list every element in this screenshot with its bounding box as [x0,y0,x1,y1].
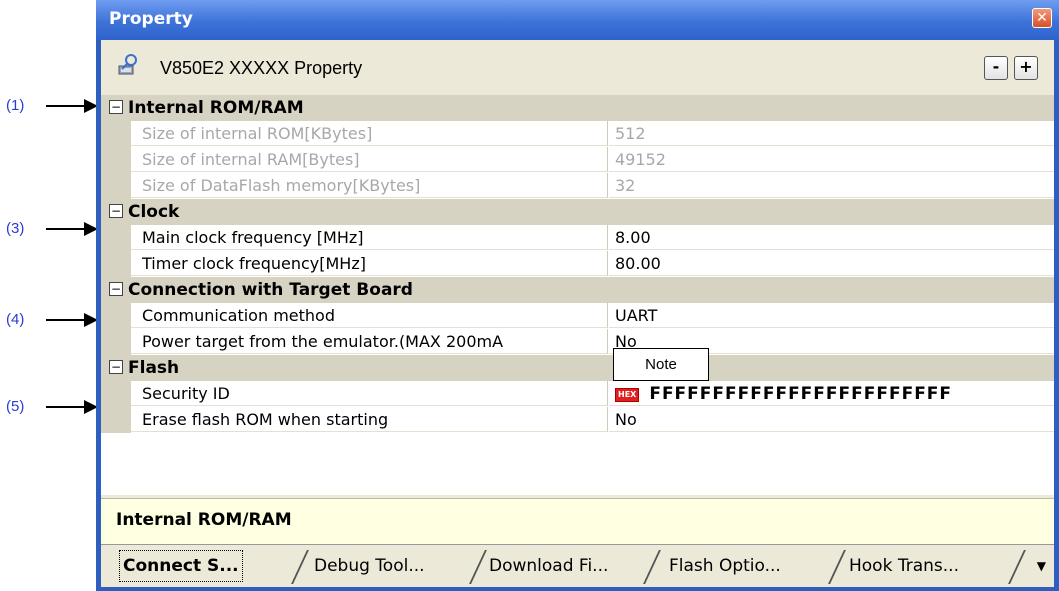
callout-1: (1) [0,96,100,116]
property-panel: Property ✕ V850E2 XXXXX Property - + − I… [96,0,1059,591]
row-gutter [101,225,131,251]
property-title: V850E2 XXXXX Property [160,58,363,78]
category-label: Clock [128,202,180,222]
window-title: Property [109,9,193,29]
expand-all-button[interactable]: + [1014,56,1038,80]
callout-label: (4) [6,311,25,328]
property-row[interactable]: Size of DataFlash memory[KBytes] 32 [101,173,1054,199]
property-row[interactable]: Size of internal ROM[KBytes] 512 [101,121,1054,147]
property-name: Size of DataFlash memory[KBytes] [131,173,608,198]
row-gutter [101,381,131,407]
tab-connect-settings[interactable]: Connect S... [119,550,243,582]
property-header: V850E2 XXXXX Property - + [101,40,1054,98]
row-gutter [101,147,131,173]
row-gutter [101,329,131,355]
hex-icon: HEX [615,387,640,402]
property-name: Security ID [131,381,608,406]
property-name: Erase flash ROM when starting [131,407,608,432]
category-connection-with-target-board[interactable]: − Connection with Target Board [101,277,1054,303]
category-internal-rom-ram[interactable]: − Internal ROM/RAM [101,95,1054,121]
property-name: Power target from the emulator.(MAX 200m… [131,329,608,354]
collapse-toggle-icon[interactable]: − [109,204,123,218]
property-row[interactable]: Erase flash ROM when starting No [101,407,1054,433]
callout-4: (4) [0,310,100,330]
collapse-toggle-icon[interactable]: − [109,100,123,114]
property-name: Size of internal RAM[Bytes] [131,147,608,172]
property-name: Size of internal ROM[KBytes] [131,121,608,146]
row-gutter [101,121,131,147]
property-value[interactable]: No [609,407,1054,432]
property-value[interactable]: 80.00 [609,251,1054,276]
arrow-line [46,228,86,230]
arrow-line [46,319,86,321]
tab-bar: Connect S... Debug Tool... Download Fi..… [101,544,1054,587]
tab-download-file[interactable]: Download Fi... [489,549,608,583]
callout-label: (1) [6,97,25,114]
arrow-line [46,105,86,107]
property-row[interactable]: Communication method UART [101,303,1054,329]
note-callout: Note [613,348,709,381]
property-value: 32 [609,173,1054,198]
panel-body: V850E2 XXXXX Property - + − Internal ROM… [101,40,1054,587]
category-clock[interactable]: − Clock [101,199,1054,225]
property-row[interactable]: Security ID HEX FFFFFFFFFFFFFFFFFFFFFFFF [101,381,1054,407]
category-label: Flash [128,358,180,378]
tab-separator [828,550,846,584]
tab-separator [643,550,661,584]
property-row[interactable]: Timer clock frequency[MHz] 80.00 [101,251,1054,277]
category-label: Connection with Target Board [128,280,413,300]
tab-separator [469,550,487,584]
callout-5: (5) [0,397,100,417]
tab-overflow-icon[interactable]: ▼ [1037,559,1046,573]
category-flash[interactable]: − Flash [101,355,1054,381]
row-gutter [101,303,131,329]
close-icon[interactable]: ✕ [1032,8,1052,28]
property-row[interactable]: Main clock frequency [MHz] 8.00 [101,225,1054,251]
property-value[interactable]: HEX FFFFFFFFFFFFFFFFFFFFFFFF [609,381,1054,406]
property-name: Timer clock frequency[MHz] [131,251,608,276]
property-name: Communication method [131,303,608,328]
property-value: 49152 [609,147,1054,172]
callout-label: (3) [6,220,25,237]
tab-hook-transaction[interactable]: Hook Trans... [849,549,959,583]
security-id-value: FFFFFFFFFFFFFFFFFFFFFFFF [649,384,953,404]
row-gutter [101,407,131,433]
arrow-line [46,406,86,408]
tab-separator [1008,550,1026,584]
collapse-all-button[interactable]: - [984,56,1008,80]
row-gutter [101,173,131,199]
description-text: Internal ROM/RAM [116,510,292,530]
collapse-toggle-icon[interactable]: − [109,282,123,296]
collapse-toggle-icon[interactable]: − [109,360,123,374]
property-value: 512 [609,121,1054,146]
property-icon [118,54,137,75]
title-bar[interactable]: Property ✕ [96,0,1059,40]
description-pane: Internal ROM/RAM [101,498,1054,545]
row-gutter [101,251,131,277]
property-row[interactable]: Power target from the emulator.(MAX 200m… [101,329,1054,355]
property-name: Main clock frequency [MHz] [131,225,608,250]
callout-3: (3) [0,219,100,239]
tab-separator [291,550,309,584]
tab-flash-options[interactable]: Flash Optio... [669,549,781,583]
callout-label: (5) [6,398,25,415]
property-value[interactable]: 8.00 [609,225,1054,250]
property-value[interactable]: UART [609,303,1054,328]
property-row[interactable]: Size of internal RAM[Bytes] 49152 [101,147,1054,173]
category-label: Internal ROM/RAM [128,98,304,118]
property-grid: − Internal ROM/RAM Size of internal ROM[… [101,95,1054,495]
tab-debug-tool[interactable]: Debug Tool... [314,549,425,583]
